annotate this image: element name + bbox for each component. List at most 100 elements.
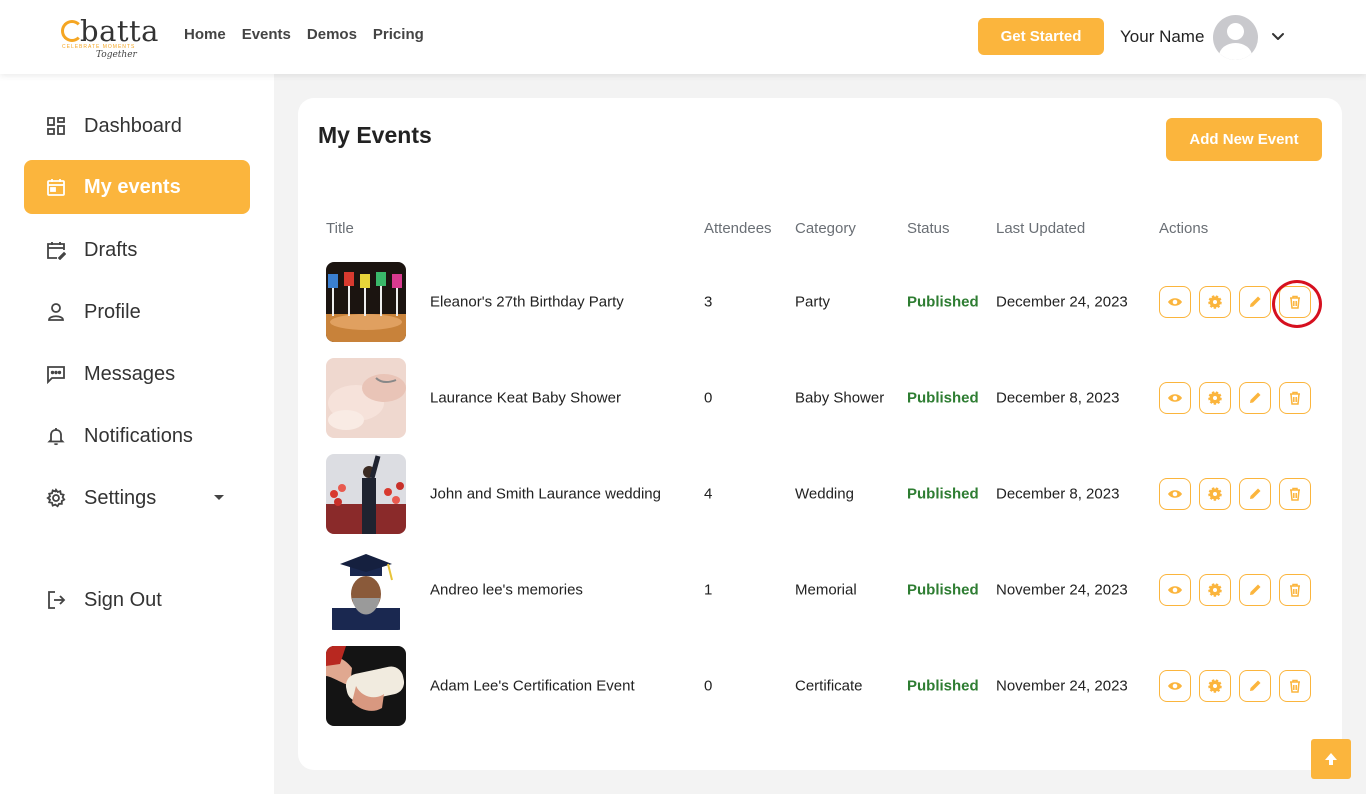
pencil-icon (1250, 488, 1261, 499)
settings-button[interactable] (1199, 670, 1231, 702)
event-title[interactable]: Laurance Keat Baby Shower (430, 390, 621, 407)
event-attendees: 0 (704, 389, 713, 407)
nav-pricing[interactable]: Pricing (373, 26, 424, 43)
pencil-icon (1250, 584, 1261, 595)
nav-home[interactable]: Home (184, 26, 226, 43)
edit-button[interactable] (1239, 670, 1271, 702)
event-attendees: 0 (704, 677, 713, 695)
sidebar-item-label: My events (84, 175, 181, 198)
column-header-title: Title (326, 220, 354, 237)
event-last-updated: November 24, 2023 (996, 581, 1128, 599)
pencil-icon (1250, 392, 1261, 403)
table-row: Eleanor's 27th Birthday Party 3 Party Pu… (298, 262, 1342, 358)
sidebar-item-messages[interactable]: Messages (24, 347, 250, 401)
edit-button[interactable] (1239, 286, 1271, 318)
sign-out-icon (46, 590, 66, 610)
eye-icon (1168, 490, 1182, 498)
user-name[interactable]: Your Name (1120, 27, 1204, 47)
brand-logo[interactable]: batta CELEBRATE MOMENTS Together (60, 14, 160, 66)
arrow-up-icon (1325, 753, 1337, 765)
delete-button[interactable] (1279, 382, 1311, 414)
sidebar-item-sign-out[interactable]: Sign Out (24, 573, 250, 627)
event-title[interactable]: Adam Lee's Certification Event (430, 678, 635, 695)
main-nav: Home Events Demos Pricing (184, 26, 424, 43)
dashboard-icon (46, 116, 66, 136)
chevron-down-icon[interactable] (1268, 26, 1288, 46)
sidebar-item-dashboard[interactable]: Dashboard (24, 99, 250, 153)
nav-demos[interactable]: Demos (307, 26, 357, 43)
settings-button[interactable] (1199, 382, 1231, 414)
view-button[interactable] (1159, 478, 1191, 510)
bell-icon (46, 426, 66, 446)
view-button[interactable] (1159, 574, 1191, 606)
pencil-icon (1250, 296, 1261, 307)
column-header-actions: Actions (1159, 220, 1209, 237)
gear-icon (1208, 679, 1222, 693)
add-new-event-button[interactable]: Add New Event (1166, 118, 1322, 161)
sidebar-item-label: Sign Out (84, 588, 162, 611)
sidebar-item-label: Notifications (84, 424, 193, 447)
event-title[interactable]: Andreo lee's memories (430, 582, 583, 599)
view-button[interactable] (1159, 382, 1191, 414)
event-category: Certificate (795, 677, 863, 695)
event-last-updated: November 24, 2023 (996, 677, 1128, 695)
get-started-button[interactable]: Get Started (978, 18, 1104, 55)
edit-button[interactable] (1239, 478, 1271, 510)
calendar-edit-icon (46, 240, 66, 260)
eye-icon (1168, 586, 1182, 594)
status-badge: Published (907, 485, 979, 503)
sidebar-item-my-events[interactable]: My events (24, 160, 250, 214)
sidebar-item-settings[interactable]: Settings (24, 471, 250, 525)
sidebar-item-label: Drafts (84, 238, 138, 261)
gear-icon (1208, 295, 1222, 309)
settings-button[interactable] (1199, 478, 1231, 510)
event-category: Baby Shower (795, 389, 885, 407)
sidebar-item-drafts[interactable]: Drafts (24, 223, 250, 277)
status-badge: Published (907, 677, 979, 695)
event-thumbnail[interactable] (326, 358, 406, 438)
view-button[interactable] (1159, 286, 1191, 318)
nav-events[interactable]: Events (242, 26, 291, 43)
event-title[interactable]: Eleanor's 27th Birthday Party (430, 294, 624, 311)
event-category: Memorial (795, 581, 857, 599)
delete-button[interactable] (1279, 670, 1311, 702)
scroll-to-top-button[interactable] (1311, 739, 1351, 779)
brand-name: batta (80, 14, 159, 48)
eye-icon (1168, 682, 1182, 690)
delete-button[interactable] (1279, 574, 1311, 606)
column-header-last-updated: Last Updated (996, 220, 1086, 237)
sidebar-item-notifications[interactable]: Notifications (24, 409, 250, 463)
delete-button[interactable] (1279, 286, 1311, 318)
caret-down-icon (214, 495, 224, 500)
table-row: John and Smith Laurance wedding 4 Weddin… (298, 454, 1342, 550)
edit-button[interactable] (1239, 382, 1271, 414)
status-badge: Published (907, 293, 979, 311)
settings-button[interactable] (1199, 574, 1231, 606)
event-thumbnail[interactable] (326, 454, 406, 534)
event-category: Party (795, 293, 831, 311)
view-button[interactable] (1159, 670, 1191, 702)
sidebar: Dashboard My events Drafts Profile Messa… (0, 74, 274, 794)
gear-icon (1208, 487, 1222, 501)
page-title: My Events (318, 122, 432, 148)
sidebar-item-label: Dashboard (84, 114, 182, 137)
event-category: Wedding (795, 485, 854, 503)
sidebar-item-profile[interactable]: Profile (24, 285, 250, 339)
settings-button[interactable] (1199, 286, 1231, 318)
avatar[interactable] (1213, 15, 1258, 60)
event-thumbnail[interactable] (326, 262, 406, 342)
brand-signature: Together (96, 50, 137, 60)
trash-icon (1290, 295, 1300, 309)
table-row: Adam Lee's Certification Event 0 Certifi… (298, 646, 1342, 742)
event-thumbnail[interactable] (326, 550, 406, 630)
edit-button[interactable] (1239, 574, 1271, 606)
event-title[interactable]: John and Smith Laurance wedding (430, 486, 661, 503)
table-row: Andreo lee's memories 1 Memorial Publish… (298, 550, 1342, 646)
trash-icon (1290, 391, 1300, 405)
calendar-icon (46, 177, 66, 197)
event-thumbnail[interactable] (326, 646, 406, 726)
trash-icon (1290, 583, 1300, 597)
column-header-attendees: Attendees (704, 220, 772, 237)
gear-icon (1208, 391, 1222, 405)
delete-button[interactable] (1279, 478, 1311, 510)
